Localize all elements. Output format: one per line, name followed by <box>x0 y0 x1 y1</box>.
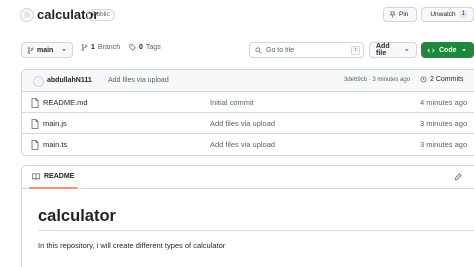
commit-meta[interactable]: 3de69cb · 3 minutes ago <box>344 77 410 83</box>
chevron-down-icon <box>461 49 466 52</box>
branch-name: main <box>37 46 54 54</box>
readme-tabbar: README <box>22 166 474 189</box>
file-row[interactable]: main.js Add files via upload 3 minutes a… <box>22 113 474 134</box>
chevron-down-icon <box>62 49 66 52</box>
file-commit-time: 3 minutes ago <box>420 140 468 149</box>
author-avatar[interactable] <box>33 76 44 87</box>
pin-button[interactable]: Pin <box>383 7 417 22</box>
code-icon <box>427 47 435 53</box>
readme-tab-label: README <box>44 173 75 180</box>
latest-commit-bar: abdullahN111 Add files via upload 3de69c… <box>22 70 474 92</box>
tags-label: Tags <box>145 44 161 51</box>
go-to-file-input[interactable] <box>266 46 346 54</box>
branch-icon <box>81 44 88 51</box>
branches-link[interactable]: 1 Branch <box>81 44 120 51</box>
branches-count: 1 <box>91 44 95 51</box>
book-icon <box>32 173 40 180</box>
file-commit-message[interactable]: Initial commit <box>210 98 254 107</box>
go-to-file-search[interactable]: t <box>249 42 364 58</box>
unwatch-button[interactable]: Unwatch 1 <box>421 7 474 22</box>
file-name[interactable]: README.md <box>43 98 88 107</box>
repo-toolbar: main 1 Branch 0 Tags Go to file t Add fi… <box>0 40 474 60</box>
branches-label: Branch <box>97 44 121 51</box>
file-name[interactable]: main.js <box>43 119 67 128</box>
chevron-down-icon <box>405 49 409 52</box>
pin-label: Pin <box>399 11 409 18</box>
code-button[interactable]: Code <box>421 42 474 58</box>
file-icon <box>31 98 39 108</box>
tags-link[interactable]: 0 Tags <box>129 44 161 51</box>
repo-header: calculator Public Pin Unwatch 1 <box>0 0 474 32</box>
file-icon <box>31 119 39 129</box>
pencil-icon[interactable] <box>454 173 462 181</box>
keyboard-shortcut-hint: t <box>351 46 360 55</box>
file-row[interactable]: main.ts Add files via upload 3 minutes a… <box>22 134 474 155</box>
visibility-badge: Public <box>87 9 115 21</box>
file-commit-time: 4 minutes ago <box>420 98 468 107</box>
tag-icon <box>129 44 136 51</box>
owner-avatar[interactable] <box>20 8 34 22</box>
add-file-button[interactable]: Add file <box>369 42 417 58</box>
file-name[interactable]: main.ts <box>43 140 67 149</box>
tags-count: 0 <box>139 44 143 51</box>
commit-message[interactable]: Add files via upload <box>108 77 169 84</box>
branch-selector[interactable]: main <box>21 42 73 58</box>
file-commit-message[interactable]: Add files via upload <box>210 119 275 128</box>
tab-readme[interactable]: README <box>29 166 78 189</box>
commits-count-label: 2 Commits <box>430 76 464 83</box>
code-label: Code <box>439 46 457 54</box>
file-row[interactable]: README.md Initial commit 4 minutes ago <box>22 92 474 113</box>
heading-divider <box>38 230 474 231</box>
unwatch-label: Unwatch <box>430 11 456 18</box>
readme-panel: README calculator In this repository, i … <box>21 165 474 267</box>
readme-body-text: In this repository, i will create differ… <box>38 241 226 250</box>
file-commit-message[interactable]: Add files via upload <box>210 140 275 149</box>
file-icon <box>31 140 39 150</box>
watch-count: 1 <box>458 10 468 19</box>
commit-author[interactable]: abdullahN111 <box>47 77 92 84</box>
file-commit-time: 3 minutes ago <box>420 119 468 128</box>
search-icon <box>255 47 262 54</box>
branch-icon <box>27 46 34 54</box>
readme-heading: calculator <box>38 207 116 225</box>
commits-history-link[interactable]: 2 Commits <box>420 76 463 83</box>
repo-page: calculator Public Pin Unwatch 1 main 1 B… <box>0 0 474 267</box>
add-file-label: Add file <box>376 43 390 57</box>
file-table: abdullahN111 Add files via upload 3de69c… <box>21 69 474 156</box>
pin-icon <box>389 11 396 18</box>
history-icon <box>420 76 427 83</box>
